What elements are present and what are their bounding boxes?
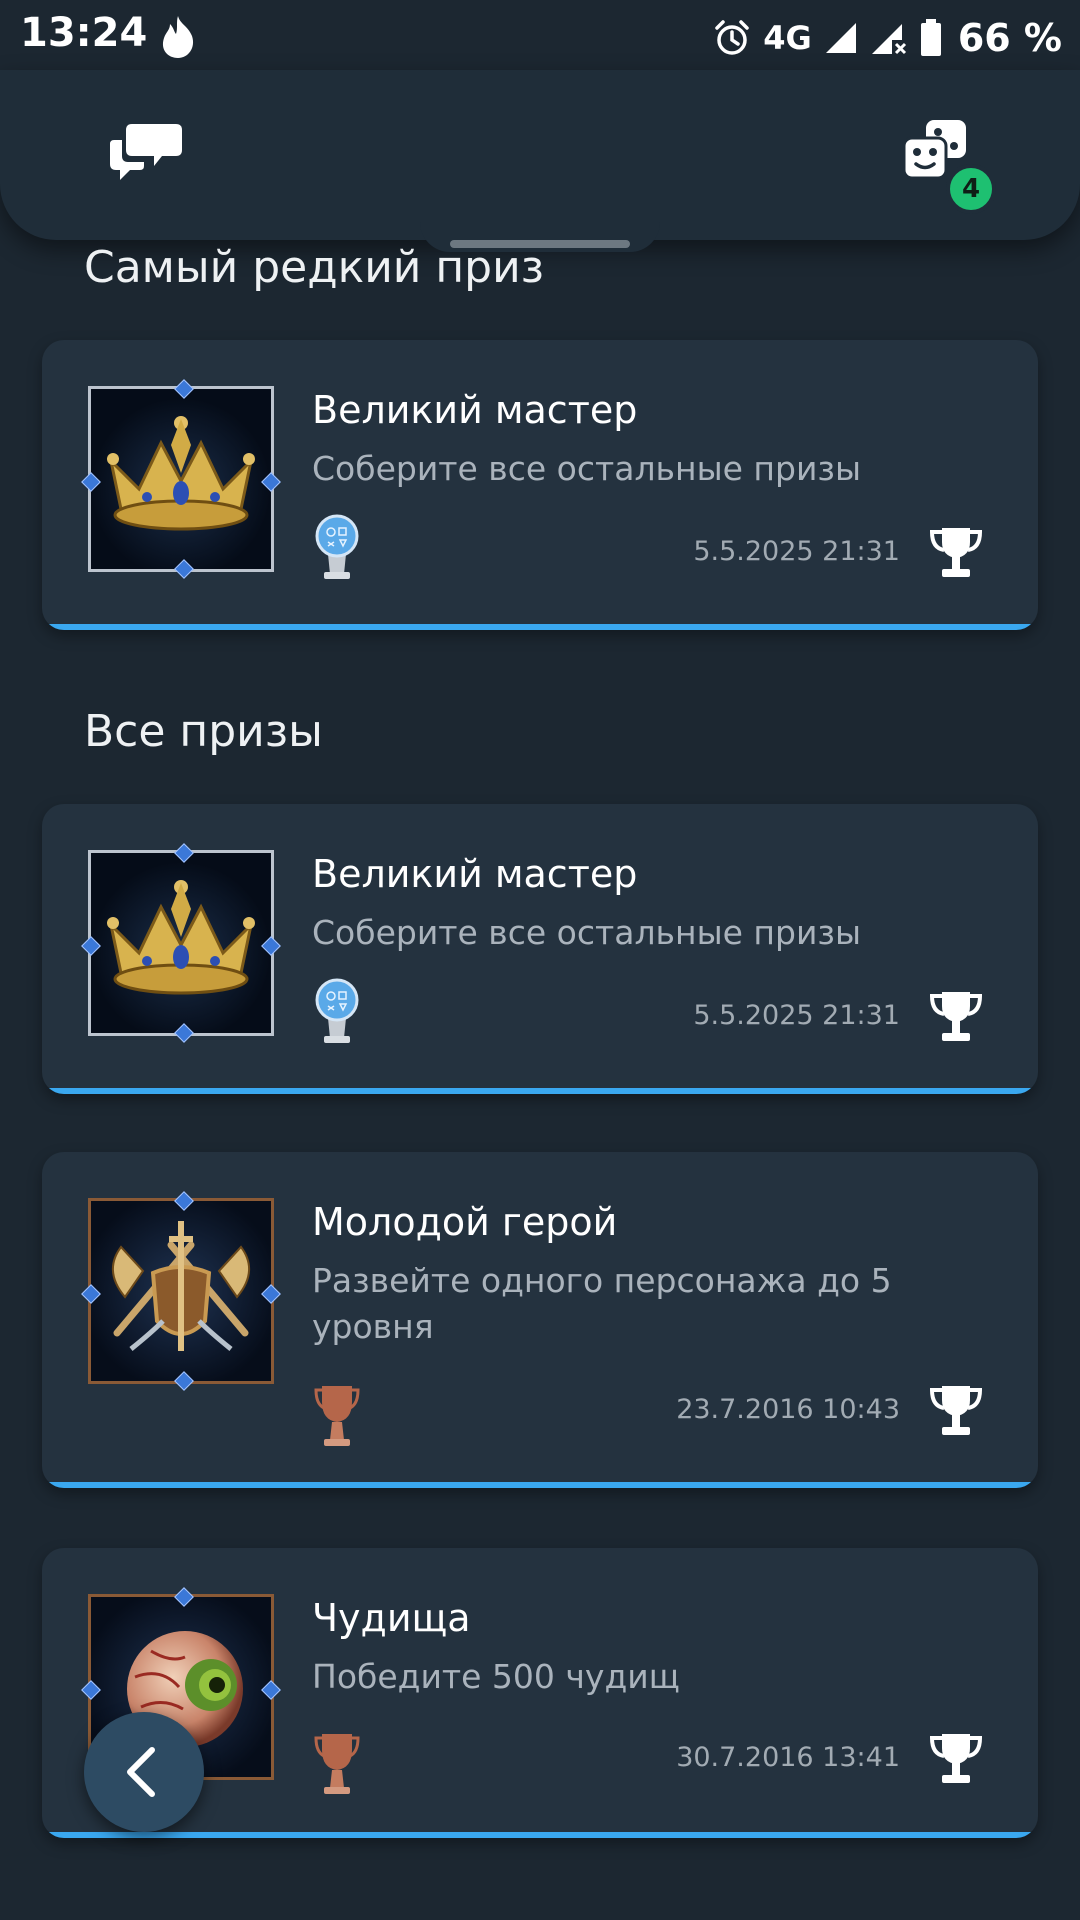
card-accent-line — [42, 1088, 1038, 1094]
network-type: 4G — [763, 19, 812, 57]
bronze-trophy-icon — [314, 1386, 360, 1446]
trophy-description: Соберите все остальные призы — [312, 913, 861, 952]
section-title-all: Все призы — [84, 706, 323, 757]
trophy-cup-icon — [929, 1386, 983, 1435]
crown-icon — [81, 843, 281, 1043]
trophy-card-rarest[interactable]: Великий мастер Соберите все остальные пр… — [42, 340, 1038, 630]
battery-icon — [920, 19, 941, 56]
flame-icon — [162, 16, 194, 58]
section-title-rarest: Самый редкий приз — [84, 242, 545, 293]
status-time: 13:24 — [20, 10, 148, 56]
trophy-description: Победите 500 чудищ — [312, 1657, 680, 1696]
trophy-name: Великий мастер — [312, 388, 638, 432]
alarm-icon — [715, 20, 750, 55]
status-bar: 13:24 4G 66 % — [0, 0, 1080, 76]
trophy-cup-icon — [929, 1734, 983, 1783]
back-button[interactable] — [84, 1712, 204, 1832]
signal-icon — [825, 23, 856, 53]
trophy-description: Соберите все остальные призы — [312, 449, 861, 488]
trophy-cup-icon — [929, 992, 983, 1041]
card-accent-line — [42, 1832, 1038, 1838]
weapons-shield-icon — [81, 1191, 281, 1391]
card-accent-line — [42, 1482, 1038, 1488]
chat-icon[interactable] — [108, 120, 184, 186]
trophy-card[interactable]: Молодой герой Развейте одного персонажа … — [42, 1152, 1038, 1488]
trophy-date: 30.7.2016 13:41 — [676, 1742, 900, 1773]
card-accent-line — [42, 624, 1038, 630]
bronze-trophy-icon — [314, 1734, 360, 1794]
trophy-name: Молодой герой — [312, 1200, 618, 1244]
battery-percent: 66 % — [957, 16, 1062, 60]
trophy-card[interactable]: Великий мастер Соберите все остальные пр… — [42, 804, 1038, 1094]
trophy-name: Чудища — [312, 1596, 471, 1640]
trophy-date: 5.5.2025 21:31 — [693, 1000, 900, 1031]
trophy-description: Развейте одного персонажа до 5 уровня — [312, 1261, 892, 1346]
platinum-trophy-icon — [315, 514, 359, 579]
chevron-left-icon — [127, 1747, 155, 1797]
trophy-cup-icon — [929, 528, 983, 577]
platinum-trophy-icon — [315, 978, 359, 1043]
signal-no-data-icon — [871, 24, 906, 55]
trophy-date: 23.7.2016 10:43 — [676, 1394, 900, 1425]
trophy-name: Великий мастер — [312, 852, 638, 896]
crown-icon — [81, 379, 281, 579]
trophy-date: 5.5.2025 21:31 — [693, 536, 900, 567]
notification-badge: 4 — [946, 164, 996, 214]
